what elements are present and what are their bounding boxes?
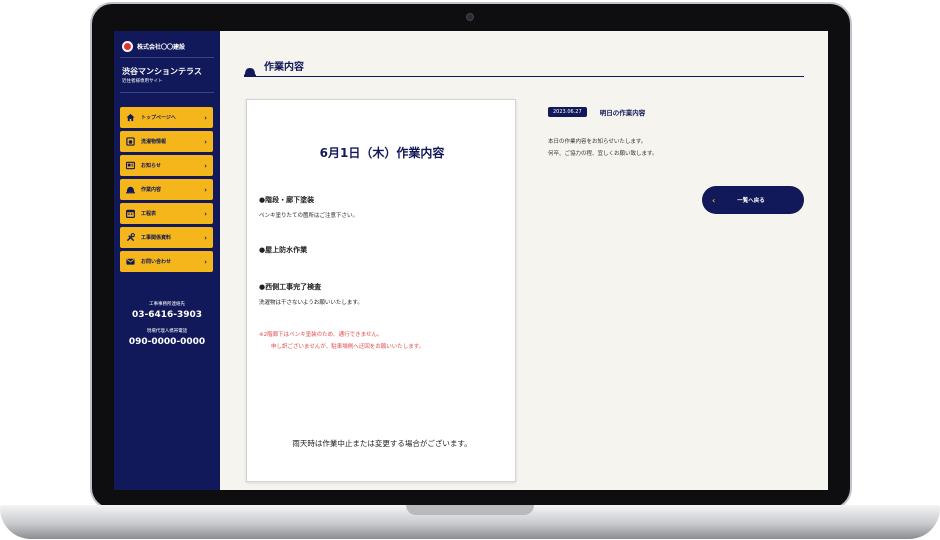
sidebar-item-contact[interactable]: お問い合わせ › bbox=[120, 251, 213, 272]
detail-body: 本日の作業内容をお知らせいたします。 何卒、ご協力の程、宜しくお願い致します。 bbox=[548, 136, 808, 160]
sidebar-item-work[interactable]: 作業内容 › bbox=[120, 179, 213, 200]
sidebar-item-label: お知らせ bbox=[141, 163, 161, 169]
chevron-right-icon: › bbox=[204, 185, 207, 194]
sidebar-item-label: 作業内容 bbox=[141, 187, 162, 193]
detail-panel: 2023.06.27 明日の作業内容 本日の作業内容をお知らせいたします。 何卒… bbox=[548, 101, 808, 160]
contact-label: 工事事務所連絡先 bbox=[149, 302, 185, 307]
chevron-right-icon: › bbox=[204, 113, 207, 122]
property-block: 渋谷マンションテラス 近住者様専用サイト bbox=[114, 62, 220, 88]
contact-label: 現場代理人携帯電話 bbox=[146, 329, 188, 334]
tools-icon bbox=[126, 233, 135, 242]
sidebar-item-top[interactable]: トップページへ › bbox=[120, 107, 213, 128]
laptop-frame: 株式会社〇〇建設 渋谷マンションテラス 近住者様専用サイト トップページへ › … bbox=[0, 0, 940, 540]
news-icon bbox=[125, 161, 136, 170]
chevron-right-icon: › bbox=[204, 137, 207, 146]
laptop-notch bbox=[406, 505, 534, 515]
alert-note: 申し訳ございませんが、駐車場側へ迂回をお願いいたします。 bbox=[271, 344, 425, 350]
detail-text: 何卒、ご協力の程、宜しくお願い致します。 bbox=[548, 151, 658, 157]
sidebar-item-laundry[interactable]: 洗濯物情報 › bbox=[120, 131, 213, 152]
helmet-icon bbox=[126, 185, 135, 194]
back-to-list-button[interactable]: ‹ 一覧へ戻る bbox=[702, 186, 804, 214]
sidebar-item-label: 洗濯物情報 bbox=[141, 139, 167, 145]
sidebar-item-label: 工程表 bbox=[141, 211, 157, 217]
contact-block: 工事事務所連絡先 03-6416-3903 現場代理人携帯電話 090-0000… bbox=[114, 301, 220, 355]
brand[interactable]: 株式会社〇〇建設 bbox=[114, 31, 220, 53]
page-title: 作業内容 bbox=[264, 62, 304, 73]
sidebar-item-schedule[interactable]: 工程表 › bbox=[120, 203, 213, 224]
office-phone[interactable]: 03-6416-3903 bbox=[114, 309, 220, 322]
helmet-icon bbox=[244, 61, 256, 76]
work-document: 6月1日（木）作業内容 ●階段・廊下塗装 ペンキ塗りたての箇所はご注意下さい。 … bbox=[246, 99, 516, 482]
detail-title: 明日の作業内容 bbox=[599, 108, 646, 117]
property-name: 渋谷マンションテラス bbox=[122, 67, 202, 76]
sidebar-item-news[interactable]: お知らせ › bbox=[120, 155, 213, 176]
alert-note: ※2階廊下はペンキ塗装のため、通行できません。 bbox=[259, 332, 383, 338]
home-icon bbox=[126, 113, 135, 122]
company-logo-icon bbox=[122, 40, 133, 52]
work-item-desc: ペンキ塗りたての箇所はご注意下さい。 bbox=[259, 213, 359, 219]
sidebar: 株式会社〇〇建設 渋谷マンションテラス 近住者様専用サイト トップページへ › … bbox=[114, 31, 220, 490]
chevron-left-icon: ‹ bbox=[712, 195, 716, 205]
chevron-right-icon: › bbox=[204, 161, 207, 170]
page-header: 作業内容 bbox=[244, 55, 804, 77]
mail-icon bbox=[126, 257, 135, 266]
chevron-right-icon: › bbox=[204, 257, 207, 266]
work-item-desc: 洗濯物は干さないようお願いいたします。 bbox=[259, 300, 363, 306]
sidebar-nav: トップページへ › 洗濯物情報 › お知らせ › 作業内容 › 工程表 › 工事… bbox=[120, 107, 213, 275]
sidebar-item-label: 工事関係資料 bbox=[141, 235, 172, 241]
sidebar-item-documents[interactable]: 工事関係資料 › bbox=[120, 227, 213, 248]
back-button-label: 一覧へ戻る bbox=[737, 198, 765, 204]
chevron-right-icon: › bbox=[204, 233, 207, 242]
screen: 株式会社〇〇建設 渋谷マンションテラス 近住者様専用サイト トップページへ › … bbox=[114, 31, 828, 490]
document-footer: 雨天時は作業中止または変更する場合がございます。 bbox=[292, 439, 472, 448]
divider bbox=[120, 57, 214, 58]
work-item: ●屋上防水作業 bbox=[259, 246, 308, 254]
laundry-icon bbox=[126, 137, 135, 146]
divider bbox=[120, 92, 214, 93]
work-item: ●階段・廊下塗装 bbox=[259, 196, 315, 204]
company-name: 株式会社〇〇建設 bbox=[137, 43, 186, 51]
mobile-phone[interactable]: 090-0000-0000 bbox=[114, 336, 220, 349]
sidebar-item-label: トップページへ bbox=[141, 115, 176, 121]
work-item: ●西側工事完了検査 bbox=[259, 283, 322, 291]
calendar-icon bbox=[126, 209, 135, 218]
property-subtitle: 近住者様専用サイト bbox=[122, 79, 163, 84]
chevron-right-icon: › bbox=[204, 209, 207, 218]
detail-text: 本日の作業内容をお知らせいたします。 bbox=[548, 139, 647, 145]
date-badge: 2023.06.27 bbox=[548, 106, 587, 117]
webcam bbox=[466, 13, 474, 21]
document-title: 6月1日（木）作業内容 bbox=[319, 146, 445, 160]
sidebar-item-label: お問い合わせ bbox=[141, 259, 172, 265]
